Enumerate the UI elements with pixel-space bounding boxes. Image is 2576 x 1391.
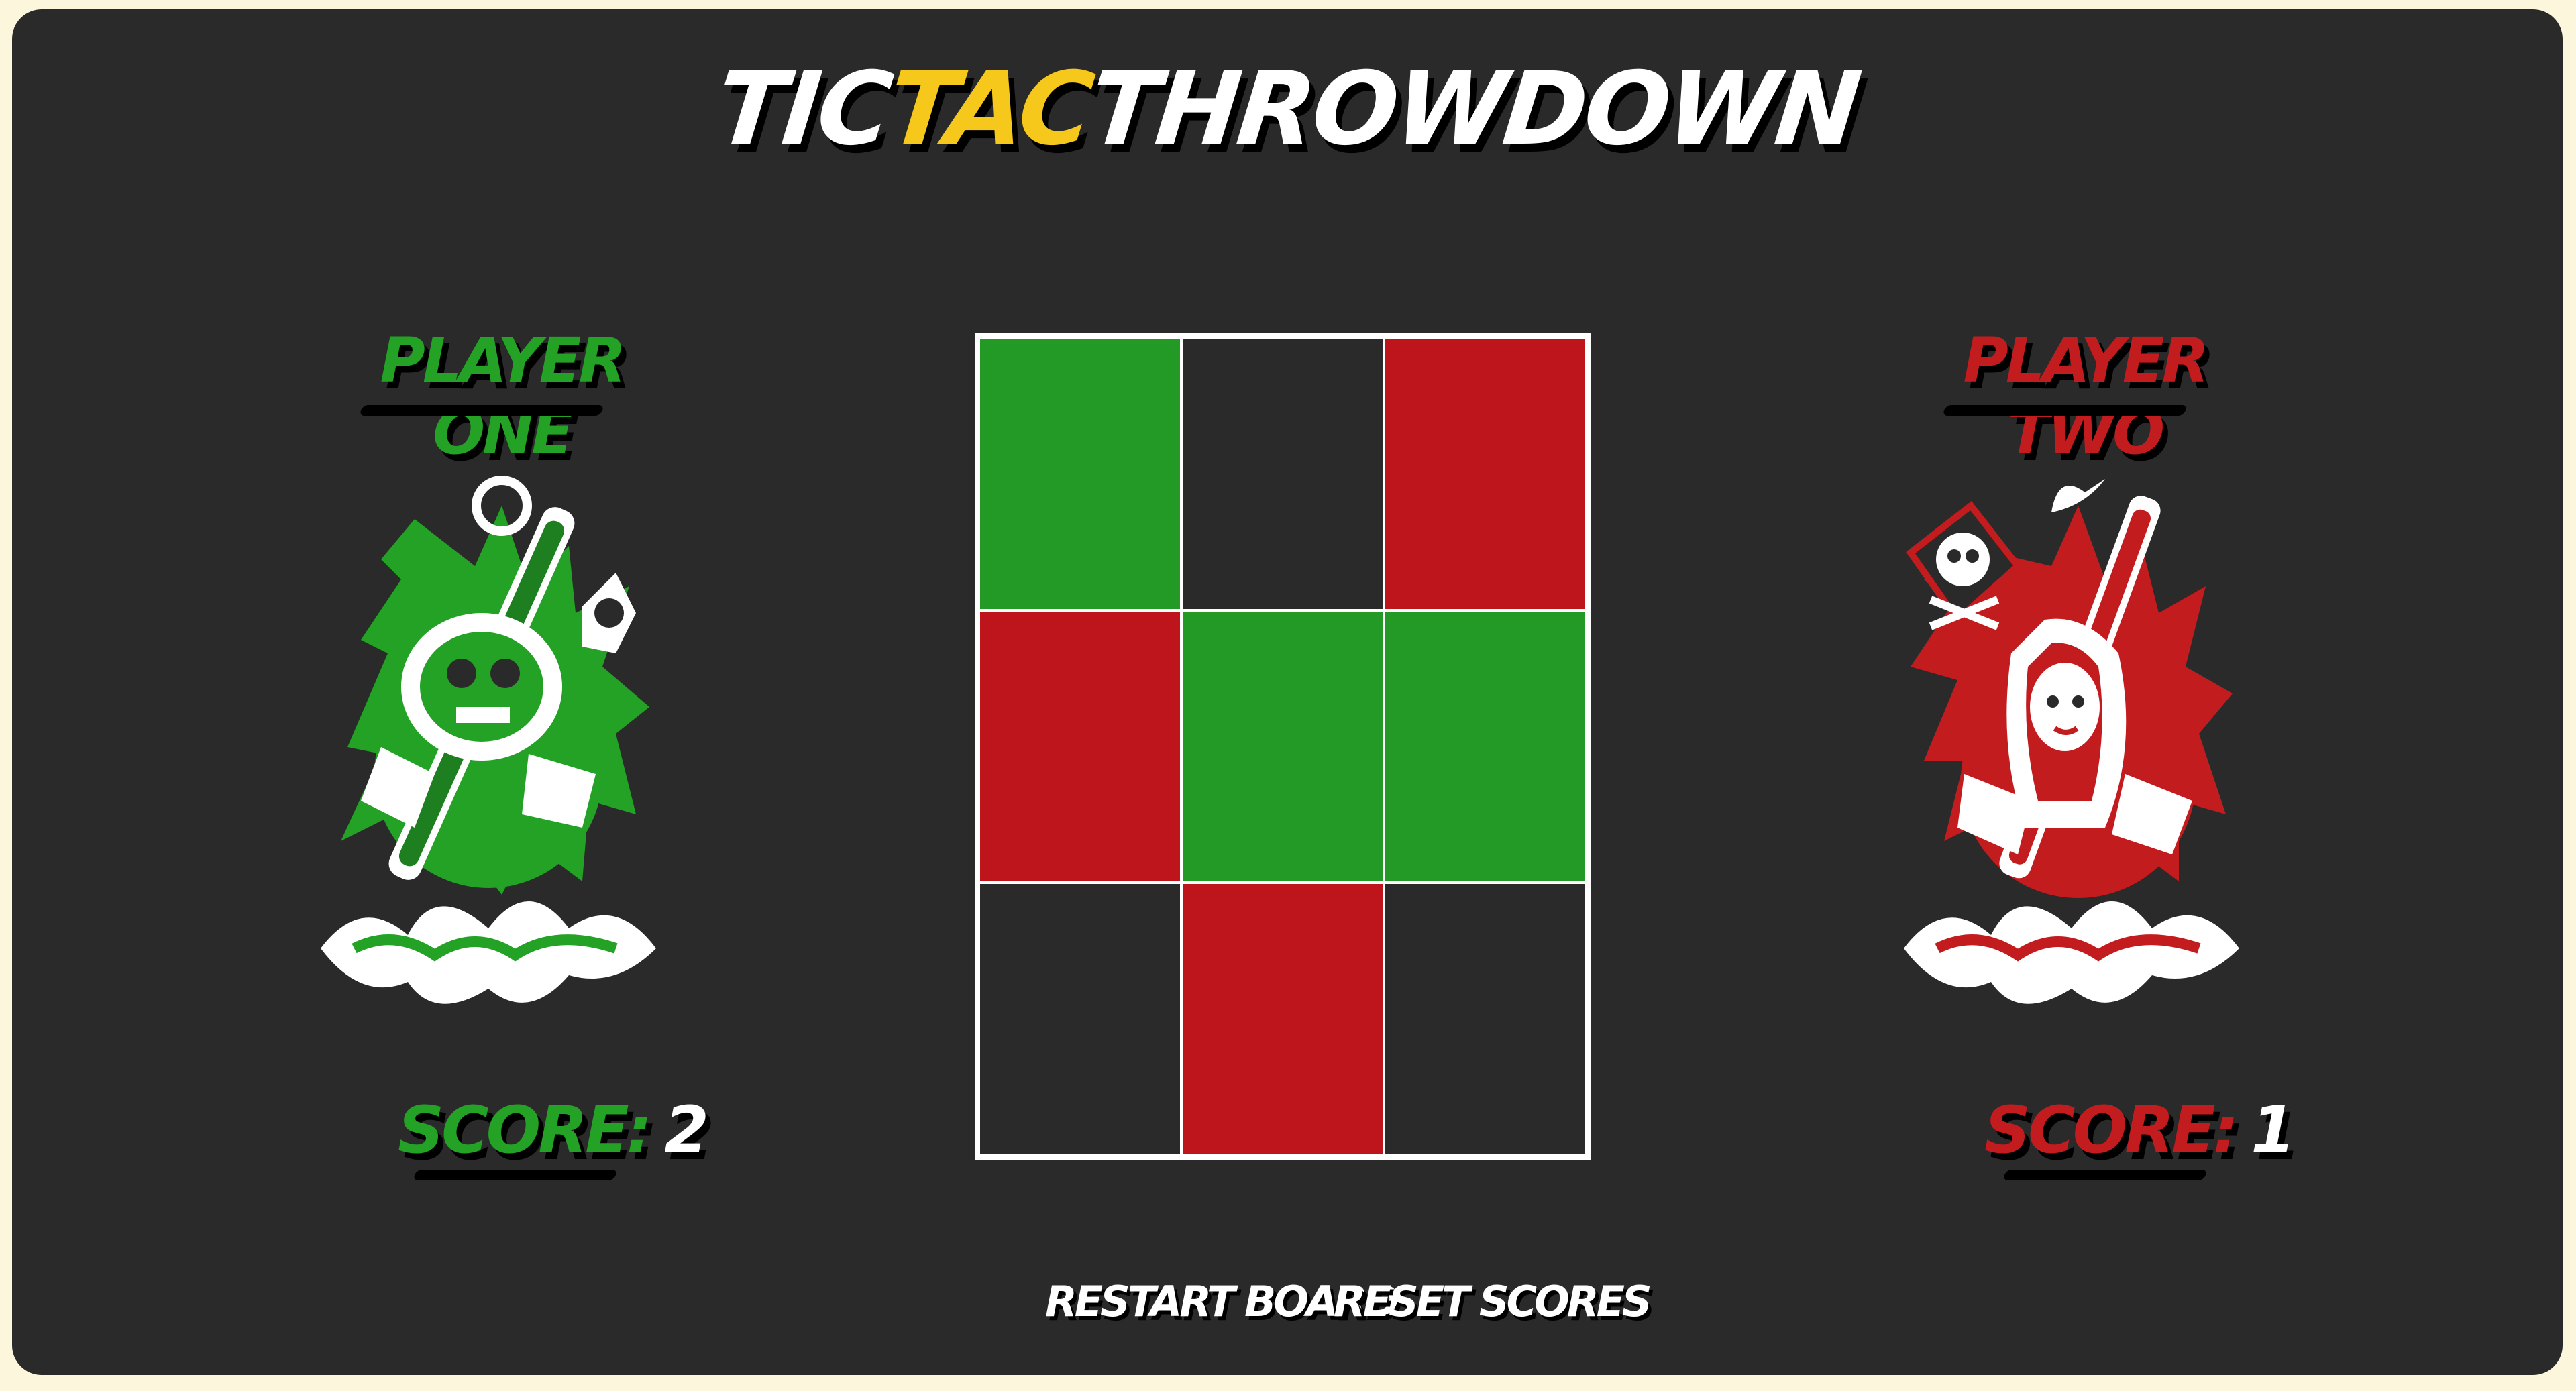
player-one-avatar [321,476,656,1004]
player-two-score-label: SCORE: [1984,1093,2239,1168]
game-board [975,333,1591,1160]
board-cell-5[interactable] [1183,611,1383,882]
player-one-score-underline [413,1170,618,1180]
player-one-underline [359,405,604,416]
title-tac: TAC [883,51,1097,168]
reset-scores-button[interactable]: RESET SCORES [1334,1277,1652,1326]
board-cell-7[interactable] [980,884,1180,1154]
board-cell-1[interactable] [980,339,1180,609]
board-cell-2[interactable] [1183,339,1383,609]
player-one-score: SCORE: 2 [398,1093,709,1168]
player-one-label: PLAYER ONE [380,325,626,468]
player-two-score-underline [2002,1170,2208,1180]
board-cell-6[interactable] [1385,611,1585,882]
player-one-score-value: 2 [664,1093,709,1168]
game-frame: TICTACTHROWDOWN PLAYER ONE SCORE: 2 PLAYE… [12,9,2563,1375]
game-title: TICTACTHROWDOWN [12,51,2563,168]
player-two-avatar [1904,479,2239,1004]
board-cell-8[interactable] [1183,884,1383,1154]
board-cell-9[interactable] [1385,884,1585,1154]
player-two-label: PLAYER TWO [1963,325,2209,468]
player-two-underline [1942,405,2188,416]
board-cell-4[interactable] [980,611,1180,882]
player-one-score-label: SCORE: [398,1093,652,1168]
player-two-score: SCORE: 1 [1984,1093,2296,1168]
title-tic: TIC [710,51,896,168]
player-two-score-value: 1 [2251,1093,2296,1168]
title-throwdown: THROWDOWN [1084,51,1864,168]
board-cell-3[interactable] [1385,339,1585,609]
